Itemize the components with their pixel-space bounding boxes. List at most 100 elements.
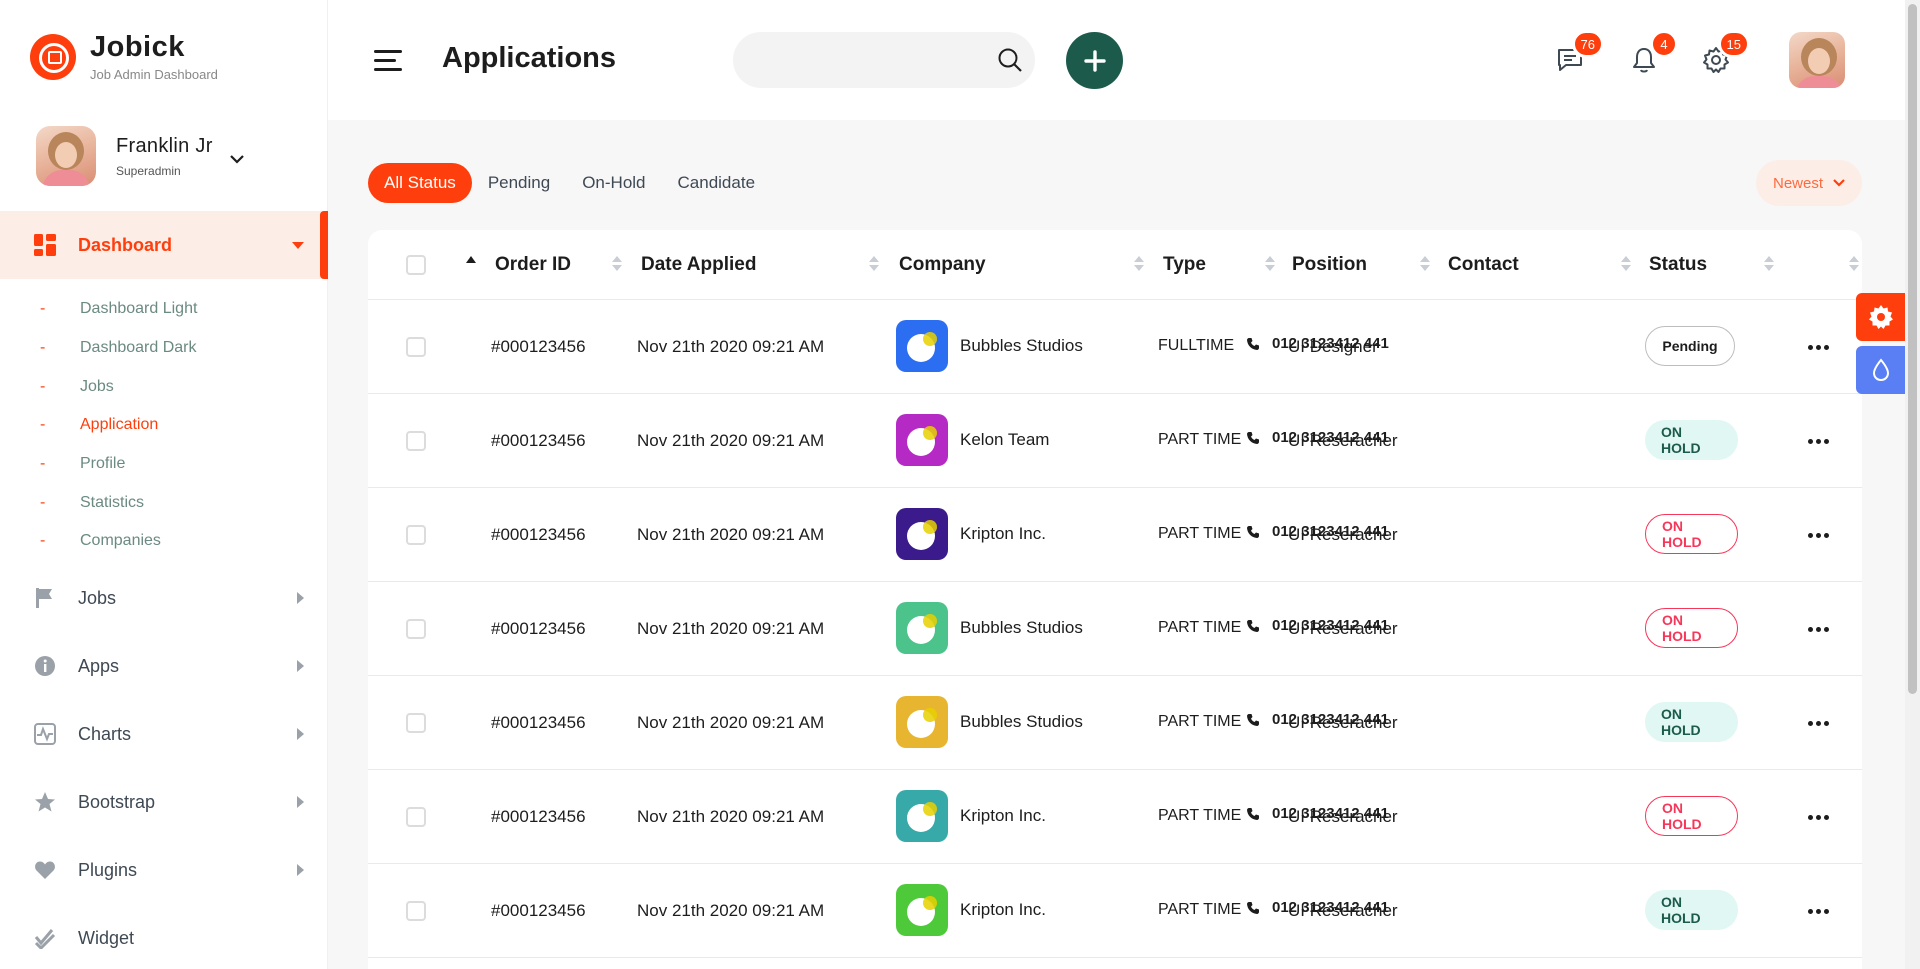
date-applied: Nov 21th 2020 09:21 AM	[637, 619, 825, 638]
company-name[interactable]: Bubbles Studios	[960, 336, 1083, 356]
sidebar-item-jobs[interactable]: Jobs	[0, 573, 328, 623]
company-name[interactable]: Kelon Team	[960, 430, 1049, 450]
contact[interactable]: 012 3123412 441	[1246, 899, 1389, 916]
table-row[interactable]: #000123456 Nov 21th 2020 09:21 AM Bubbles …	[368, 582, 1862, 676]
search-input[interactable]	[733, 32, 1035, 88]
sort-icon[interactable]	[869, 256, 879, 272]
row-checkbox[interactable]	[406, 807, 426, 827]
submenu-item-statistics[interactable]: - Statistics	[0, 483, 328, 522]
sort-icon[interactable]	[1265, 256, 1275, 272]
sidebar-item-bootstrap[interactable]: Bootstrap	[0, 777, 328, 827]
company-name[interactable]: Bubbles Studios	[960, 618, 1083, 638]
more-options-icon[interactable]	[1808, 533, 1832, 538]
avatar	[36, 126, 96, 186]
contact[interactable]: 012 3123412 441	[1246, 617, 1389, 634]
sort-icon[interactable]	[1420, 256, 1430, 272]
submenu-item-profile[interactable]: - Profile	[0, 445, 328, 484]
search-icon[interactable]	[996, 46, 1024, 74]
more-options-icon[interactable]	[1808, 439, 1832, 444]
brand[interactable]: Jobick Job Admin Dashboard	[30, 32, 218, 82]
messages-button[interactable]: 76	[1554, 30, 1604, 76]
submenu-item-companies[interactable]: - Companies	[0, 522, 328, 561]
table-row[interactable]: #000123456 Nov 21th 2020 09:21 AM Bubbles …	[368, 300, 1862, 394]
more-options-icon[interactable]	[1808, 815, 1832, 820]
row-checkbox[interactable]	[406, 713, 426, 733]
job-type: PART TIME	[1158, 713, 1242, 730]
company-name[interactable]: Kripton Inc.	[960, 900, 1046, 920]
sort-icon[interactable]	[1134, 256, 1144, 272]
sidebar-item-charts[interactable]: Charts	[0, 709, 328, 759]
sort-dropdown[interactable]: Newest	[1756, 160, 1862, 206]
menu-toggle-icon[interactable]	[374, 50, 402, 72]
column-header-order-id[interactable]: Order ID	[495, 254, 571, 276]
sidebar-item-apps[interactable]: Apps	[0, 641, 328, 691]
table-row[interactable]: #000123456 Nov 21th 2020 09:21 AM Kripton …	[368, 770, 1862, 864]
row-checkbox[interactable]	[406, 431, 426, 451]
company-name[interactable]: Bubbles Studios	[960, 712, 1083, 732]
contact[interactable]: 012 3123412 441	[1246, 335, 1389, 352]
more-options-icon[interactable]	[1808, 909, 1832, 914]
applications-table: Order ID Date Applied Company Type Posit…	[368, 230, 1862, 969]
job-type: PART TIME	[1158, 525, 1242, 542]
color-theme-button[interactable]	[1856, 346, 1905, 394]
row-checkbox[interactable]	[406, 901, 426, 921]
table-row[interactable]: #000123456 Nov 21th 2020 09:21 AM Kripton …	[368, 488, 1862, 582]
submenu-item-dashboard-light[interactable]: - Dashboard Light	[0, 290, 328, 329]
tab-on-hold[interactable]: On-Hold	[566, 163, 661, 203]
more-options-icon[interactable]	[1808, 345, 1832, 350]
table-row[interactable]: #000123456 Nov 21th 2020 09:21 AM Bubbles …	[368, 676, 1862, 770]
row-checkbox[interactable]	[406, 525, 426, 545]
tab-pending[interactable]: Pending	[472, 163, 566, 203]
sort-icon[interactable]	[1764, 256, 1774, 272]
user-profile[interactable]: Franklin Jr Superadmin	[36, 126, 245, 186]
contact[interactable]: 012 3123412 441	[1246, 429, 1389, 446]
company-logo-icon	[896, 602, 948, 654]
row-checkbox[interactable]	[406, 337, 426, 357]
company-name[interactable]: Kripton Inc.	[960, 806, 1046, 826]
submenu-item-application[interactable]: - Application	[0, 406, 328, 445]
user-name: Franklin Jr	[116, 134, 213, 157]
contact[interactable]: 012 3123412 441	[1246, 711, 1389, 728]
more-options-icon[interactable]	[1808, 627, 1832, 632]
submenu-item-dashboard-dark[interactable]: - Dashboard Dark	[0, 329, 328, 368]
settings-button[interactable]: 15	[1700, 30, 1750, 76]
row-checkbox[interactable]	[406, 619, 426, 639]
contact[interactable]: 012 3123412 441	[1246, 523, 1389, 540]
sidebar-item-plugins[interactable]: Plugins	[0, 845, 328, 895]
order-id: #000123456	[491, 713, 586, 732]
table-row[interactable]: #000123456 Nov 21th 2020 09:21 AM Kelon Te…	[368, 394, 1862, 488]
notifications-button[interactable]: 4	[1628, 30, 1678, 76]
column-header-contact[interactable]: Contact	[1448, 254, 1519, 276]
more-options-icon[interactable]	[1808, 721, 1832, 726]
contact[interactable]: 012 3123412 441	[1246, 805, 1389, 822]
column-header-status[interactable]: Status	[1649, 254, 1707, 276]
info-icon	[34, 655, 56, 677]
contact-number: 012 3123412 441	[1272, 899, 1389, 916]
scrollbar-thumb[interactable]	[1908, 4, 1917, 694]
add-button[interactable]	[1066, 32, 1123, 89]
sort-icon[interactable]	[1849, 256, 1859, 272]
sidebar: Jobick Job Admin Dashboard Franklin Jr S…	[0, 0, 328, 969]
chevron-down-icon[interactable]	[229, 151, 245, 167]
sort-asc-icon[interactable]	[466, 256, 476, 263]
tab-all-status[interactable]: All Status	[368, 163, 472, 203]
table-row[interactable]: #000123456 Nov 21th 2020 09:21 AM Kripton …	[368, 864, 1862, 958]
page-scrollbar[interactable]	[1905, 0, 1920, 969]
column-header-date-applied[interactable]: Date Applied	[641, 254, 756, 276]
select-all-checkbox[interactable]	[406, 255, 426, 275]
column-header-type[interactable]: Type	[1163, 254, 1206, 276]
sidebar-item-widget[interactable]: Widget	[0, 913, 328, 963]
sort-icon[interactable]	[612, 256, 622, 272]
sidebar-item-dashboard[interactable]: Dashboard	[0, 211, 328, 279]
tab-candidate[interactable]: Candidate	[662, 163, 772, 203]
column-header-company[interactable]: Company	[899, 254, 986, 276]
brand-name: Jobick	[90, 31, 185, 63]
company-name[interactable]: Kripton Inc.	[960, 524, 1046, 544]
heart-icon	[34, 859, 56, 881]
header-avatar[interactable]	[1789, 32, 1845, 88]
column-header-position[interactable]: Position	[1292, 254, 1367, 276]
sort-icon[interactable]	[1621, 256, 1631, 272]
submenu-item-jobs[interactable]: - Jobs	[0, 367, 328, 406]
job-type: PART TIME	[1158, 901, 1242, 918]
theme-settings-button[interactable]	[1856, 293, 1905, 341]
